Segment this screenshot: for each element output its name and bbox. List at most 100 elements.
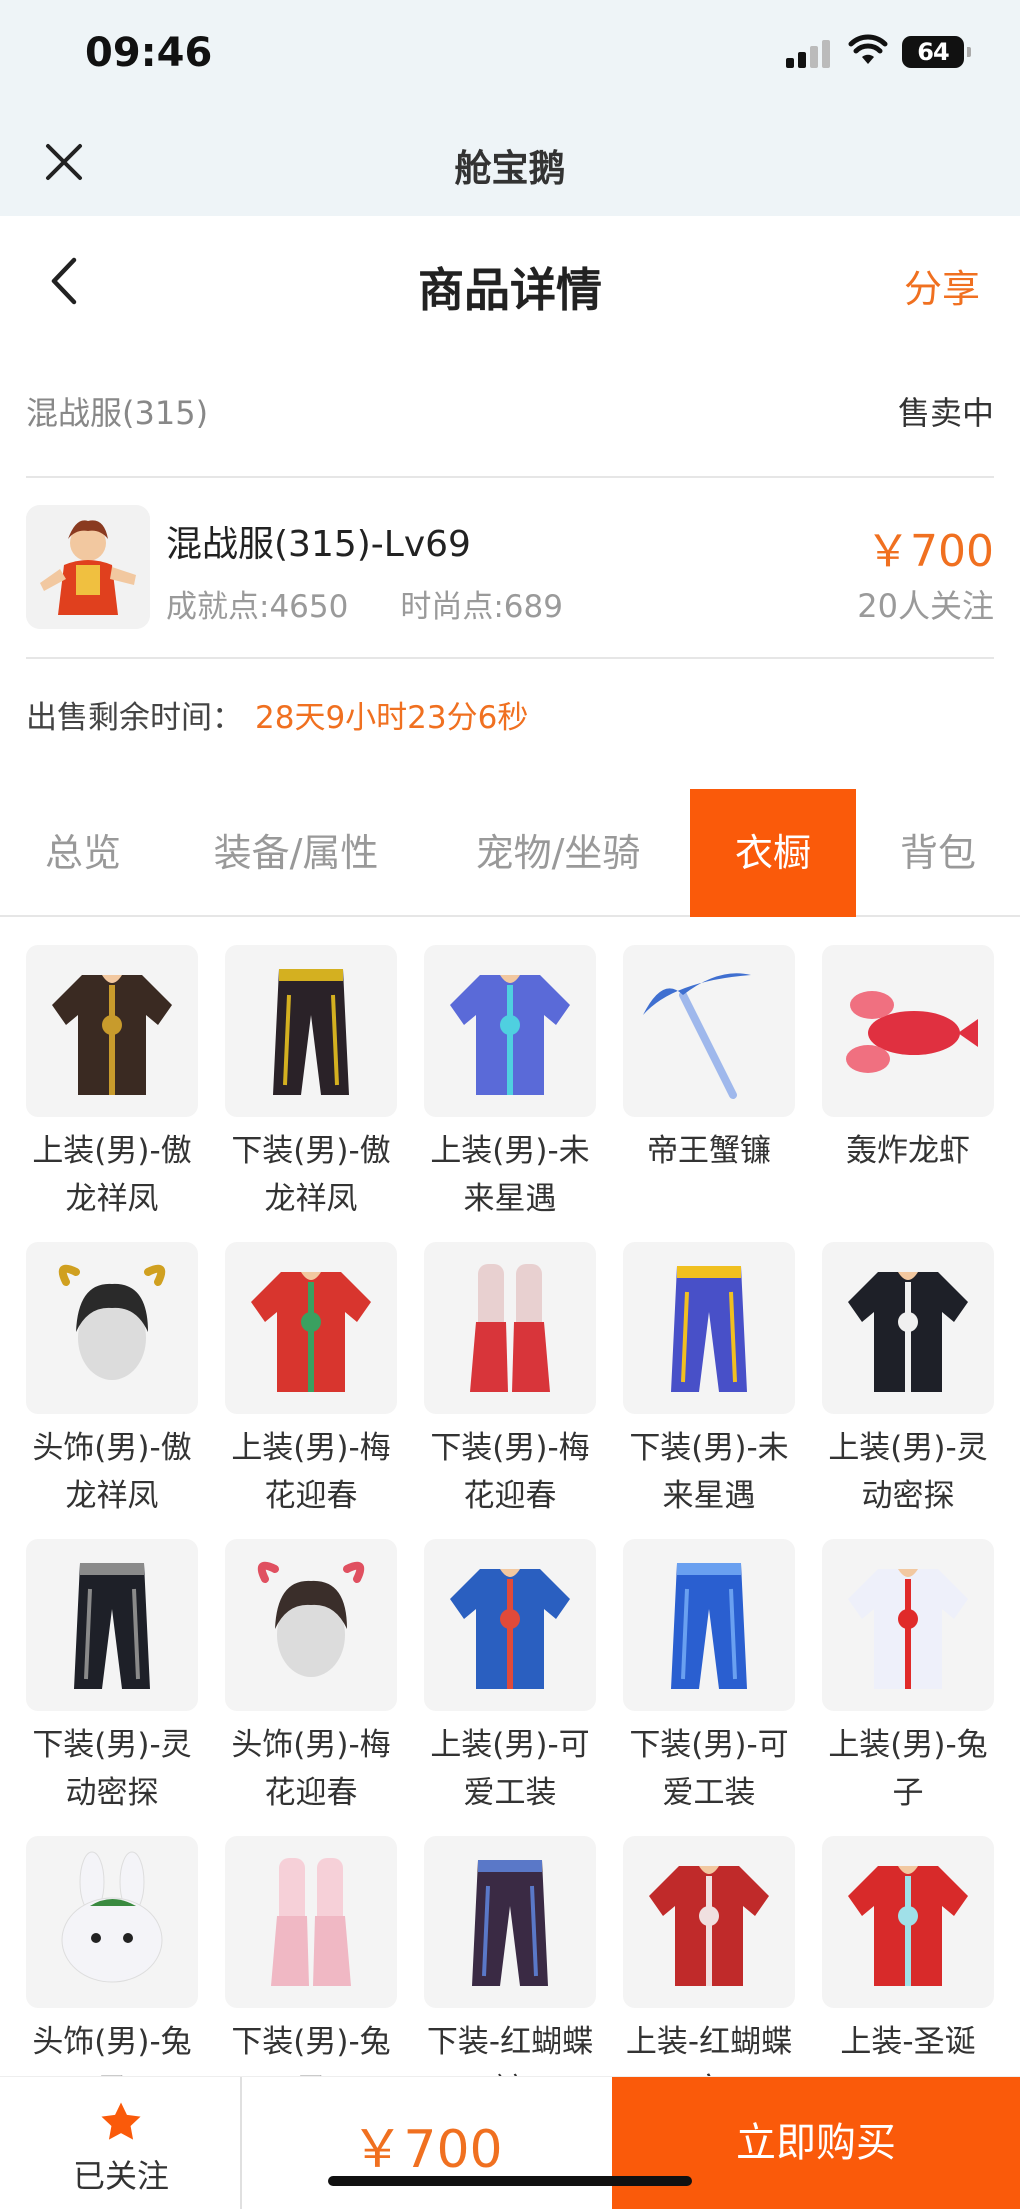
wifi-icon [848, 34, 888, 64]
wardrobe-item[interactable]: 上装(男)-梅花迎春 [225, 1242, 397, 1520]
wardrobe-item-name: 上装(男)-梅花迎春 [231, 1430, 391, 1514]
product-summary: 混战服(315)-Lv69 成就点:4650 时尚点:689 ￥700 20人关注 [26, 505, 994, 633]
wardrobe-item-name: 头饰(男)-傲龙祥凤 [32, 1430, 192, 1514]
wardrobe-item[interactable]: 头饰(男)-傲龙祥凤 [26, 1242, 198, 1520]
wardrobe-item[interactable]: 下装(男)-傲龙祥凤 [225, 945, 397, 1223]
wardrobe-item-name: 头饰(男)-兔子 [32, 2024, 192, 2080]
wardrobe-item[interactable]: 下装(男)-可爱工装 [623, 1539, 795, 1817]
wardrobe-item[interactable]: 下装(男)-灵动密探 [26, 1539, 198, 1817]
buy-now-button[interactable]: 立即购买 [612, 2077, 1020, 2209]
wardrobe-item-name: 上装-圣诞 [840, 2024, 976, 2060]
wardrobe-grid: 上装(男)-傲龙祥凤 下装(男)-傲龙祥凤 上装(男)-未来星遇 帝王蟹镰 轰炸龙虾头饰… [26, 945, 1006, 2080]
head-icon [26, 1242, 198, 1414]
detail-tabs: 总览 装备/属性 宠物/坐骑 衣橱 背包 [0, 789, 1020, 917]
wardrobe-item[interactable]: 下装(男)-未来星遇 [623, 1242, 795, 1520]
follow-label: 已关注 [72, 2157, 169, 2195]
top-icon [822, 1539, 994, 1711]
character-avatar [26, 505, 150, 629]
app-bar: 舱宝鹅 [0, 110, 1020, 216]
wardrobe-item[interactable]: 轰炸龙虾 [822, 945, 994, 1175]
wardrobe-item-name: 头饰(男)-梅花迎春 [231, 1727, 391, 1811]
fashion-points: 时尚点:689 [400, 589, 563, 625]
wardrobe-item[interactable]: 上装(男)-可爱工装 [424, 1539, 596, 1817]
product-price: ￥700 [866, 526, 994, 577]
wardrobe-item[interactable]: 上装(男)-兔子 [822, 1539, 994, 1817]
star-icon [101, 2102, 141, 2140]
wardrobe-item-name: 上装-红蝴蝶衣 [625, 2024, 793, 2080]
wardrobe-item-name: 下装(男)-可爱工装 [629, 1727, 789, 1811]
product-stats: 成就点:4650 时尚点:689 [166, 581, 563, 626]
wardrobe-item-name: 上装(男)-可爱工装 [430, 1727, 590, 1811]
divider [26, 657, 994, 659]
wardrobe-item[interactable]: 上装(男)-灵动密探 [822, 1242, 994, 1520]
pants-icon [225, 945, 397, 1117]
server-name: 混战服(315) [26, 394, 209, 432]
share-button[interactable]: 分享 [904, 258, 980, 313]
wardrobe-item-name: 下装(男)-傲龙祥凤 [231, 1133, 391, 1217]
pants-icon [623, 1539, 795, 1711]
boots-icon [424, 1242, 596, 1414]
top-icon [623, 1836, 795, 2008]
battery-indicator: 64 [902, 36, 971, 68]
wardrobe-item-name: 下装-红蝴蝶裤 [426, 2024, 594, 2080]
wardrobe-item[interactable]: 头饰(男)-兔子 [26, 1836, 198, 2080]
wardrobe-item[interactable]: 上装(男)-傲龙祥凤 [26, 945, 198, 1223]
top-icon [26, 945, 198, 1117]
wardrobe-item-name: 上装(男)-兔子 [828, 1727, 988, 1811]
bunny-icon [26, 1836, 198, 2008]
wardrobe-item-name: 帝王蟹镰 [647, 1133, 771, 1169]
wardrobe-item-name: 下装(男)-梅花迎春 [430, 1430, 590, 1514]
achievement-points: 成就点:4650 [166, 589, 349, 625]
page-title: 商品详情 [418, 263, 602, 317]
tab-pets-mounts[interactable]: 宠物/坐骑 [426, 789, 690, 917]
divider [26, 476, 994, 478]
tab-overview[interactable]: 总览 [0, 789, 166, 917]
pants-icon [26, 1539, 198, 1711]
top-icon [822, 1242, 994, 1414]
follow-button[interactable]: 已关注 [0, 2077, 242, 2209]
app-title: 舱宝鹅 [454, 147, 566, 190]
remaining-time-label: 出售剩余时间： [26, 700, 243, 736]
wardrobe-item-name: 下装(男)-兔子 [231, 2024, 391, 2080]
wardrobe-item[interactable]: 下装(男)-梅花迎春 [424, 1242, 596, 1520]
lobster-icon [822, 945, 994, 1117]
wardrobe-item[interactable]: 下装(男)-兔子 [225, 1836, 397, 2080]
wardrobe-item[interactable]: 上装-圣诞 [822, 1836, 994, 2066]
wardrobe-item-name: 上装(男)-傲龙祥凤 [32, 1133, 192, 1217]
pants-icon [623, 1242, 795, 1414]
home-indicator [328, 2176, 692, 2186]
wardrobe-item[interactable]: 上装-红蝴蝶衣 [623, 1836, 795, 2080]
top-icon [424, 1539, 596, 1711]
top-icon [225, 1242, 397, 1414]
bottom-action-bar: 已关注 ￥700 立即购买 [0, 2076, 1020, 2209]
nav-bar: 商品详情 分享 [0, 216, 1020, 346]
product-name: 混战服(315)-Lv69 [166, 524, 471, 565]
status-bar: 09:46 64 [0, 0, 1020, 110]
tab-wardrobe[interactable]: 衣橱 [690, 789, 856, 917]
wardrobe-item-name: 上装(男)-未来星遇 [430, 1133, 590, 1217]
boots-icon [225, 1836, 397, 2008]
top-icon [822, 1836, 994, 2008]
wardrobe-item[interactable]: 帝王蟹镰 [623, 945, 795, 1175]
remaining-time-value: 28天9小时23分6秒 [255, 700, 529, 736]
wardrobe-item-name: 轰炸龙虾 [846, 1133, 970, 1169]
signal-icon [786, 40, 830, 68]
server-row: 混战服(315) 售卖中 [26, 388, 994, 438]
sale-status: 售卖中 [897, 394, 994, 432]
scythe-icon [623, 945, 795, 1117]
tab-backpack[interactable]: 背包 [856, 789, 1020, 917]
tab-equipment[interactable]: 装备/属性 [166, 789, 426, 917]
pants-icon [424, 1836, 596, 2008]
wardrobe-item-name: 下装(男)-灵动密探 [32, 1727, 192, 1811]
follower-count: 20人关注 [857, 587, 994, 625]
wardrobe-item[interactable]: 上装(男)-未来星遇 [424, 945, 596, 1223]
remaining-time-row: 出售剩余时间： 28天9小时23分6秒 [26, 692, 528, 737]
wardrobe-item-name: 下装(男)-未来星遇 [629, 1430, 789, 1514]
head-icon [225, 1539, 397, 1711]
bottom-price: ￥700 [351, 2120, 503, 2180]
top-icon [424, 945, 596, 1117]
status-time: 09:46 [85, 30, 213, 76]
wardrobe-item[interactable]: 头饰(男)-梅花迎春 [225, 1539, 397, 1817]
wardrobe-item[interactable]: 下装-红蝴蝶裤 [424, 1836, 596, 2080]
wardrobe-item-name: 上装(男)-灵动密探 [828, 1430, 988, 1514]
